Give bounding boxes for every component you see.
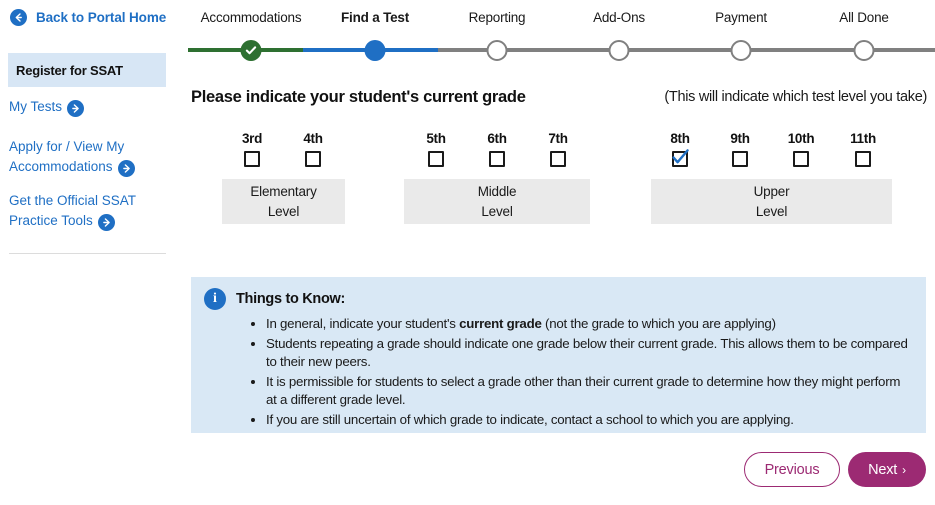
grade-option-9th[interactable]: 9th [720, 130, 760, 173]
grade-cells: 8th 9th 10th 11th [0, 130, 935, 172]
level-label-elementary: Elementary Level [222, 179, 345, 224]
things-to-know-item: If you are still uncertain of which grad… [266, 411, 909, 430]
item-text-tail: (not the grade to which you are applying… [541, 316, 776, 331]
back-to-portal-home-link[interactable]: Back to Portal Home [10, 9, 166, 26]
back-to-portal-home-label: Back to Portal Home [36, 10, 167, 25]
grade-checkbox-8th[interactable] [672, 151, 688, 167]
stepper-label-payment: Payment [715, 10, 767, 25]
grade-group-upper: 8th 9th 10th 11th Upper Level [0, 130, 935, 224]
grade-option-8th[interactable]: 8th [660, 130, 700, 173]
checkbox-wrap [781, 151, 821, 173]
grade-selection: 3rd 4th Elementary Level 5th 6th 7th Middle Leve… [0, 130, 935, 236]
sidebar-item-my-tests-label: My Tests [9, 99, 63, 114]
checkbox-wrap [843, 151, 883, 173]
sidebar-item-my-tests[interactable]: My Tests [9, 97, 174, 117]
stepper-label-reporting: Reporting [468, 10, 526, 25]
checkbox-wrap [720, 151, 760, 173]
arrow-right-circle-icon [67, 100, 85, 117]
grade-option-10th[interactable]: 10th [781, 130, 821, 173]
level-label-upper: Upper Level [651, 179, 892, 224]
stepper-node-find-a-test[interactable] [364, 40, 386, 61]
registration-page: Back to Portal Home Register for SSAT My… [0, 0, 935, 505]
arrow-left-circle-icon [10, 9, 27, 26]
level-label-line2: Level [755, 203, 788, 219]
sidebar-item-register-for-ssat-label: Register for SSAT [16, 62, 123, 78]
stepper-node-payment[interactable] [730, 40, 752, 61]
sidebar-item-register-for-ssat[interactable]: Register for SSAT [8, 53, 166, 87]
item-text-emphasis: current grade [459, 316, 542, 331]
level-label-line2: Level [481, 203, 513, 219]
grade-option-8th-label: 8th [670, 131, 690, 146]
previous-button[interactable]: Previous [744, 452, 840, 487]
things-to-know-item: Students repeating a grade should indica… [266, 335, 909, 372]
check-icon [245, 46, 257, 55]
grade-option-11th[interactable]: 11th [843, 130, 883, 173]
grade-checkbox-10th[interactable] [793, 151, 809, 167]
things-to-know-header: i Things to Know: [204, 288, 345, 310]
sidebar: Back to Portal Home Register for SSAT My… [0, 0, 180, 505]
next-button[interactable]: Next › [848, 452, 926, 487]
stepper-node-add-ons[interactable] [608, 40, 630, 61]
stepper-track [188, 34, 935, 64]
things-to-know-box: i Things to Know: In general, indicate y… [191, 277, 926, 433]
chevron-right-icon: › [902, 462, 906, 477]
level-label-line1: Middle [477, 183, 517, 199]
next-button-label: Next [868, 461, 898, 478]
checkbox-wrap [660, 149, 700, 173]
item-text: It is permissible for students to select… [266, 373, 901, 408]
stepper-labels: Accommodations Find a Test Reporting Add-On… [188, 10, 935, 34]
stepper-node-all-done[interactable] [853, 40, 875, 61]
page-title: Please indicate your student's current g… [191, 88, 526, 106]
stepper-label-all-done: All Done [839, 10, 889, 25]
item-text: In general, indicate your student's [266, 316, 460, 331]
item-text: Students repeating a grade should indica… [266, 335, 908, 370]
stepper-label-find-a-test: Find a Test [340, 10, 410, 25]
info-circle-icon: i [204, 288, 226, 310]
sidebar-divider [9, 253, 166, 254]
things-to-know-item: In general, indicate your student's curr… [266, 315, 909, 334]
grade-checkbox-11th[interactable] [855, 151, 871, 167]
grade-checkbox-9th[interactable] [732, 151, 748, 167]
stepper-label-add-ons: Add-Ons [593, 10, 645, 25]
level-label-line2: Level [267, 203, 300, 219]
grade-option-11th-label: 11th [850, 131, 876, 146]
things-to-know-item: It is permissible for students to select… [266, 373, 909, 410]
grade-option-10th-label: 10th [787, 131, 815, 146]
stepper-label-accommodations: Accommodations [200, 10, 302, 25]
page-subtitle-note: (This will indicate which test level you… [664, 89, 927, 105]
stepper-node-reporting[interactable] [486, 40, 508, 61]
level-label-line1: Elementary [250, 183, 317, 199]
things-to-know-title: Things to Know: [236, 291, 346, 307]
progress-stepper: Accommodations Find a Test Reporting Add-On… [188, 10, 935, 72]
level-label-middle: Middle Level [404, 179, 590, 224]
item-text: If you are still uncertain of which grad… [266, 411, 794, 427]
grade-option-9th-label: 9th [730, 131, 750, 146]
stepper-node-accommodations[interactable] [240, 40, 262, 61]
level-label-line1: Upper [753, 183, 790, 199]
things-to-know-list: In general, indicate your student's curr… [249, 315, 909, 430]
